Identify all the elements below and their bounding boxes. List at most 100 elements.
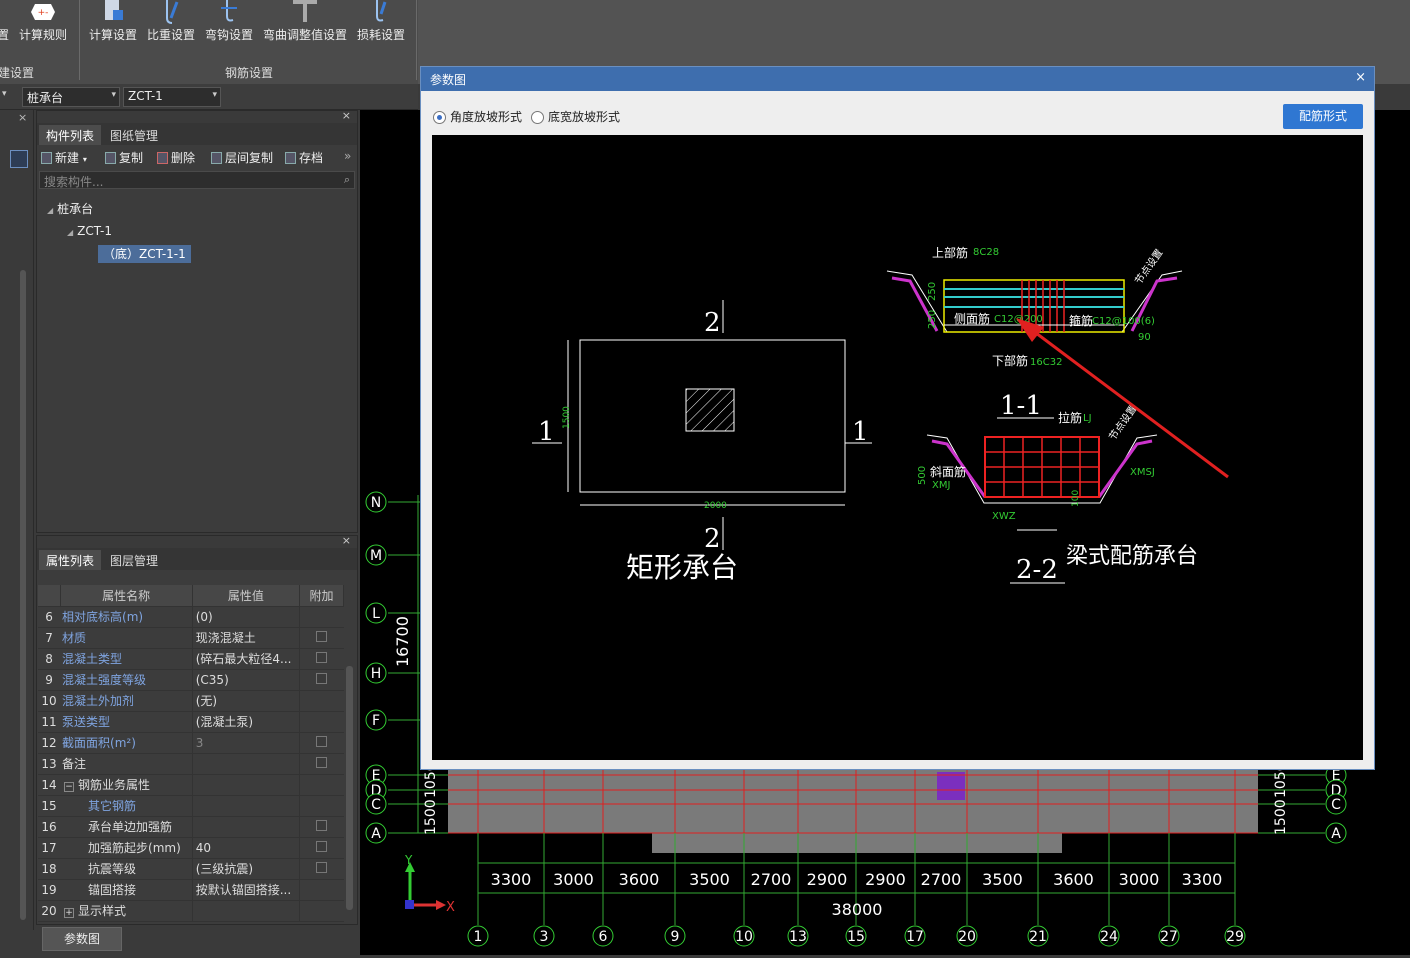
radio-width-slope[interactable]: 底宽放坡形式 xyxy=(531,108,620,125)
close-icon[interactable]: × xyxy=(18,111,27,124)
property-name: − 钢筋业务属性 xyxy=(60,774,193,796)
close-icon[interactable]: × xyxy=(342,534,351,547)
close-icon[interactable]: × xyxy=(1355,70,1366,85)
property-row[interactable]: 18 抗震等级 (三级抗震) xyxy=(38,858,344,880)
property-value[interactable]: (0) xyxy=(191,606,300,628)
property-row[interactable]: 12 截面面积(m²) 3 xyxy=(38,732,344,754)
checkbox[interactable] xyxy=(316,756,328,768)
search-icon[interactable]: ⌕ xyxy=(344,173,350,187)
density-settings-button[interactable]: 比重设置 xyxy=(146,0,196,48)
tab-property-list[interactable]: 属性列表 xyxy=(39,550,102,570)
checkbox[interactable] xyxy=(316,819,328,831)
property-value[interactable] xyxy=(191,753,300,775)
more-icon[interactable]: » xyxy=(344,149,351,163)
loss-settings-button[interactable]: 损耗设置 xyxy=(356,0,406,48)
property-value[interactable] xyxy=(191,900,300,922)
property-row[interactable]: 19 锚固搭接 按默认锚固搭接... xyxy=(38,879,344,901)
tab-component-list[interactable]: 构件列表 xyxy=(39,125,102,145)
close-icon[interactable]: × xyxy=(342,109,351,122)
row-number: 7 xyxy=(38,627,61,649)
property-row[interactable]: 16 承台单边加强筋 xyxy=(38,816,344,838)
row-axis-marker: C xyxy=(365,793,387,815)
calc-settings-button[interactable]: 计算设置 xyxy=(88,0,138,48)
property-value[interactable]: 40 xyxy=(191,837,300,859)
property-row[interactable]: 8 混凝土类型 (碎石最大粒径4... xyxy=(38,648,344,670)
rebar-form-button[interactable]: 配筋形式 xyxy=(1283,104,1363,129)
checkbox[interactable] xyxy=(316,672,328,684)
tree-leaf-selected[interactable]: （底）ZCT-1-1 xyxy=(98,245,191,263)
tab-layer-management[interactable]: 图层管理 xyxy=(103,550,165,570)
row-number: 16 xyxy=(38,816,61,838)
row-number: 20 xyxy=(38,900,61,922)
collapse-icon[interactable]: − xyxy=(64,782,75,792)
svg-text:H: H xyxy=(371,666,382,682)
property-row[interactable]: 14− 钢筋业务属性 xyxy=(38,774,344,796)
checkbox[interactable] xyxy=(316,861,328,873)
column-header: 属性值 xyxy=(192,585,300,607)
radio-angle-slope[interactable]: 角度放坡形式 xyxy=(433,108,522,125)
stirrup-label: 箍筋 xyxy=(1069,313,1093,328)
layout-icon[interactable] xyxy=(10,150,28,168)
property-value[interactable]: (无) xyxy=(191,690,300,712)
property-value[interactable]: 现浇混凝土 xyxy=(191,627,300,649)
property-value[interactable] xyxy=(191,816,300,838)
svg-text:15: 15 xyxy=(847,929,865,945)
property-row[interactable]: 15 其它钢筋 xyxy=(38,795,344,817)
chevron-down-icon: ▾ xyxy=(212,90,217,100)
tab-drawing-management[interactable]: 图纸管理 xyxy=(103,125,165,145)
property-row[interactable]: 9 混凝土强度等级 (C35) xyxy=(38,669,344,691)
chevron-down-icon[interactable]: ▾ xyxy=(2,89,7,99)
property-row[interactable]: 20 + 显示样式 xyxy=(38,900,344,922)
hook-settings-button[interactable]: 弯钩设置 xyxy=(204,0,254,48)
property-name: 混凝土强度等级 xyxy=(60,669,193,691)
checkbox[interactable] xyxy=(316,651,328,663)
scrollbar[interactable] xyxy=(20,270,26,920)
property-value[interactable]: (碎石最大粒径4... xyxy=(191,648,300,670)
checkbox[interactable] xyxy=(316,735,328,747)
save-button[interactable]: 存档 xyxy=(285,149,323,166)
delete-icon xyxy=(157,152,168,164)
property-value[interactable]: (C35) xyxy=(191,669,300,691)
parameter-diagram-dialog: 参数图 × 角度放坡形式 底宽放坡形式 配筋形式 2 2 1 1 1500 20… xyxy=(420,66,1375,770)
delete-button[interactable]: 删除 xyxy=(157,149,195,166)
tree-child[interactable]: ◢ ZCT-1 xyxy=(67,224,112,238)
checkbox[interactable] xyxy=(316,630,328,642)
property-row[interactable]: 13 备注 xyxy=(38,753,344,775)
column-axis-marker: 15 xyxy=(845,925,867,947)
property-row[interactable]: 17 加强筋起步(mm) 40 xyxy=(38,837,344,859)
append-cell xyxy=(298,690,344,712)
dimension-label: 1500 xyxy=(1273,799,1289,835)
property-value[interactable] xyxy=(191,795,300,817)
property-row[interactable]: 10 混凝土外加剂 (无) xyxy=(38,690,344,712)
column-dimension: 3300 xyxy=(491,870,532,889)
search-input[interactable]: 搜索构件... xyxy=(39,171,355,189)
property-row[interactable]: 11 泵送类型 (混凝土泵) xyxy=(38,711,344,733)
property-row[interactable]: 6 相对底标高(m) (0) xyxy=(38,606,344,628)
svg-text:20: 20 xyxy=(958,929,976,945)
property-value[interactable]: 3 xyxy=(191,732,300,754)
ribbon-button-partial[interactable]: 置 xyxy=(0,0,10,48)
property-value[interactable]: (混凝土泵) xyxy=(191,711,300,733)
copy-button[interactable]: 复制 xyxy=(105,149,143,166)
property-value[interactable]: 按默认锚固搭接... xyxy=(191,879,300,901)
component-type-select[interactable]: 桩承台 ▾ xyxy=(22,87,120,107)
scrollbar[interactable] xyxy=(346,666,353,910)
floor-copy-button[interactable]: 层间复制 xyxy=(211,149,273,166)
checkbox[interactable] xyxy=(316,840,328,852)
bend-adjust-icon xyxy=(291,0,319,24)
new-button[interactable]: 新建 ▾ xyxy=(41,149,87,166)
property-value[interactable] xyxy=(191,774,300,796)
component-name-select[interactable]: ZCT-1 ▾ xyxy=(123,87,221,107)
calc-rules-button[interactable]: +- 计算规则 xyxy=(18,0,68,48)
param-diagram-button[interactable]: 参数图 xyxy=(42,927,122,951)
bend-adjust-button[interactable]: 弯曲调整值设置 xyxy=(262,0,348,48)
append-cell xyxy=(298,627,344,649)
dimension-label: 250 xyxy=(927,282,938,301)
expand-icon[interactable]: + xyxy=(64,908,75,918)
property-row[interactable]: 7 材质 现浇混凝土 xyxy=(38,627,344,649)
property-name: 材质 xyxy=(60,627,193,649)
tree-root[interactable]: ◢ 桩承台 xyxy=(47,200,93,217)
property-value[interactable]: (三级抗震) xyxy=(191,858,300,880)
append-cell xyxy=(298,711,344,733)
save-icon xyxy=(285,152,296,164)
